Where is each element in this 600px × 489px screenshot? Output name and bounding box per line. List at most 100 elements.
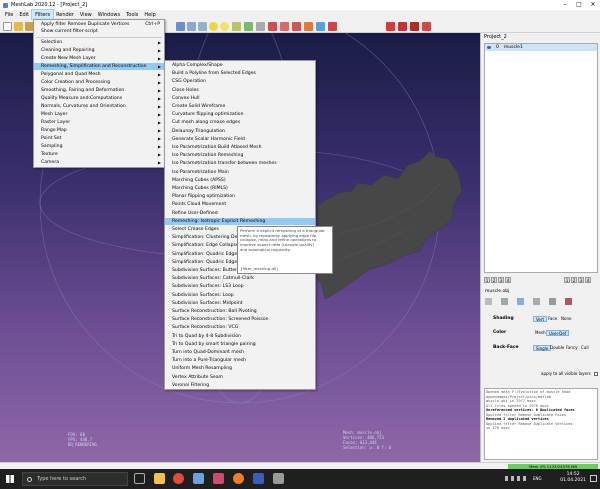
new-project-icon[interactable]: [3, 22, 12, 31]
menu-item-cleaning[interactable]: Cleaning and Repairing ▶: [34, 47, 164, 54]
menu-item-show-filter-script[interactable]: Show current filter script: [34, 28, 164, 35]
submenu-item[interactable]: Generate Scalar Harmonic Field: [165, 136, 315, 143]
app-icon-3[interactable]: [273, 473, 284, 484]
open-icon[interactable]: [14, 22, 23, 31]
menu-item-smoothing[interactable]: Smoothing, Fairing and Deformation ▶: [34, 87, 164, 94]
menu-item-create-layer[interactable]: Create New Mesh Layer ▶: [34, 55, 164, 62]
pick-points-icon[interactable]: [328, 22, 337, 31]
settings-render-icon[interactable]: [565, 298, 572, 305]
submenu-item[interactable]: Refine User-Defined: [165, 210, 315, 217]
points-icon[interactable]: [198, 22, 207, 31]
delete-faces-icon[interactable]: [386, 22, 395, 31]
texture-render-icon[interactable]: [549, 298, 556, 305]
flat-render-icon[interactable]: [517, 298, 524, 305]
clock[interactable]: 14:52 01.04.2021: [560, 472, 586, 484]
delete-all-icon[interactable]: [410, 22, 419, 31]
minimize-icon[interactable]: –: [558, 0, 572, 10]
submenu-item[interactable]: Iso Parametrization Build Atlased Mesh: [165, 144, 315, 151]
decorator-button-4[interactable]: 4: [505, 277, 511, 283]
submenu-item[interactable]: Build a Polyline from Selected Edges: [165, 70, 315, 77]
checkbox-box[interactable]: [593, 372, 598, 376]
decorator-button-8[interactable]: 4: [585, 277, 591, 283]
task-view-icon[interactable]: [134, 473, 145, 484]
decorator-button-5[interactable]: 1: [564, 277, 570, 283]
submenu-item[interactable]: Surface Reconstruction: Ball Pivoting: [165, 308, 315, 315]
measure-icon[interactable]: [232, 22, 241, 31]
menu-item-camera[interactable]: Camera ▶: [34, 159, 164, 166]
submenu-item[interactable]: Voronoi Filtering: [165, 382, 315, 389]
menu-item-remeshing[interactable]: Remeshing, Simplification and Reconstruc…: [34, 63, 164, 70]
menu-file[interactable]: File: [2, 10, 16, 20]
submenu-item[interactable]: Subdivision Surfaces: Catmull-Clark: [165, 275, 315, 282]
submenu-item[interactable]: Delaunay Triangulation: [165, 128, 315, 135]
submenu-item[interactable]: Subdivision Surfaces: Loop: [165, 292, 315, 299]
menu-item-raster-layer[interactable]: Raster Layer ▶: [34, 119, 164, 126]
menu-item-selection[interactable]: Selection ▶: [34, 39, 164, 46]
bbox-icon[interactable]: [187, 22, 196, 31]
layer-list[interactable]: 0 muscle1: [484, 43, 598, 273]
submenu-item[interactable]: Subdivision Surfaces: Midpoint: [165, 300, 315, 307]
menu-item-range-map[interactable]: Range Map ▶: [34, 127, 164, 134]
manipulators-icon[interactable]: [316, 22, 325, 31]
chrome-icon[interactable]: [173, 473, 184, 484]
submenu-item[interactable]: Close Holes: [165, 87, 315, 94]
menu-item-sampling[interactable]: Sampling ▶: [34, 143, 164, 150]
decorator-button-6[interactable]: 2: [571, 277, 577, 283]
close-icon[interactable]: ✕: [586, 0, 600, 10]
submenu-item[interactable]: Tri to Quad by 4-8 Subdivision: [165, 333, 315, 340]
submenu-item[interactable]: Planar flipping optimization: [165, 193, 315, 200]
align-icon[interactable]: [256, 22, 265, 31]
submenu-item[interactable]: Subdivision Surfaces: LS3 Loop: [165, 283, 315, 290]
color-userdef-option[interactable]: User-Def: [546, 330, 570, 336]
submenu-item[interactable]: Alpha Complex/Shape: [165, 62, 315, 69]
submenu-item[interactable]: Curvature flipping optimization: [165, 111, 315, 118]
decorator-button-7[interactable]: 3: [578, 277, 584, 283]
delete-vertices-icon[interactable]: [398, 22, 407, 31]
submenu-item[interactable]: Convex Hull: [165, 95, 315, 102]
menu-item-normals[interactable]: Normals, Curvatures and Orientation ▶: [34, 103, 164, 110]
wireframe-render-icon[interactable]: [501, 298, 508, 305]
select-z-icon[interactable]: [304, 22, 313, 31]
submenu-item[interactable]: Surface Reconstruction: Screened Poisson: [165, 316, 315, 323]
menu-item-apply-last-filter[interactable]: Apply filter Remove Duplicate Vertices C…: [34, 21, 164, 28]
decorator-button-2[interactable]: 2: [491, 277, 497, 283]
shading-face-option[interactable]: Face: [546, 316, 559, 322]
select-connected-icon[interactable]: [292, 22, 301, 31]
windows-start-icon[interactable]: [6, 475, 14, 483]
shading-vert-option[interactable]: Vert: [533, 316, 548, 322]
submenu-item[interactable]: Iso Parametrization Remeshing: [165, 152, 315, 159]
taskbar-search-input[interactable]: Type here to search: [22, 472, 128, 486]
submenu-item[interactable]: Marching Cubes (APSS): [165, 177, 315, 184]
shading-none-option[interactable]: None: [559, 316, 573, 322]
submenu-item[interactable]: Points Cloud Movement: [165, 201, 315, 208]
layer-row[interactable]: 0 muscle1: [485, 44, 597, 51]
decorator-button-1[interactable]: 1: [484, 277, 490, 283]
paint-icon[interactable]: [244, 22, 253, 31]
notifications-icon[interactable]: [590, 475, 597, 482]
submenu-item[interactable]: Surface Reconstruction: VCG: [165, 324, 315, 331]
app-icon-2[interactable]: [213, 473, 224, 484]
submenu-item[interactable]: CSG Operation: [165, 78, 315, 85]
maximize-icon[interactable]: □: [572, 0, 586, 10]
backface-cull-option[interactable]: Cull: [579, 345, 591, 351]
submenu-item[interactable]: Tri to Quad by smart triangle pairing: [165, 341, 315, 348]
submenu-item[interactable]: Create Solid Wireframe: [165, 103, 315, 110]
visibility-eye-icon[interactable]: [487, 46, 491, 49]
menu-edit[interactable]: Edit: [16, 10, 32, 20]
submenu-item[interactable]: Marching Cubes (RIMLS): [165, 185, 315, 192]
menu-item-mesh-layer[interactable]: Mesh Layer ▶: [34, 111, 164, 118]
menu-item-quality[interactable]: Quality Measure and Computations ▶: [34, 95, 164, 102]
select-vertices-icon[interactable]: [280, 22, 289, 31]
light-icon[interactable]: [220, 22, 229, 31]
submenu-item[interactable]: Iso Parametrization Main: [165, 169, 315, 176]
app-icon-1[interactable]: [193, 473, 204, 484]
language-indicator[interactable]: ENG: [533, 476, 542, 481]
submenu-item[interactable]: Turn into a Pure-Triangular mesh: [165, 357, 315, 364]
snapshot-icon[interactable]: [176, 22, 185, 31]
smooth-render-icon[interactable]: [533, 298, 540, 305]
points-render-icon[interactable]: [485, 298, 492, 305]
info-icon[interactable]: [209, 22, 218, 31]
submenu-item[interactable]: Iso Parametrization transfer between mes…: [165, 160, 315, 167]
submenu-item[interactable]: Cut mesh along crease edges: [165, 119, 315, 126]
menu-item-point-set[interactable]: Point Set ▶: [34, 135, 164, 142]
